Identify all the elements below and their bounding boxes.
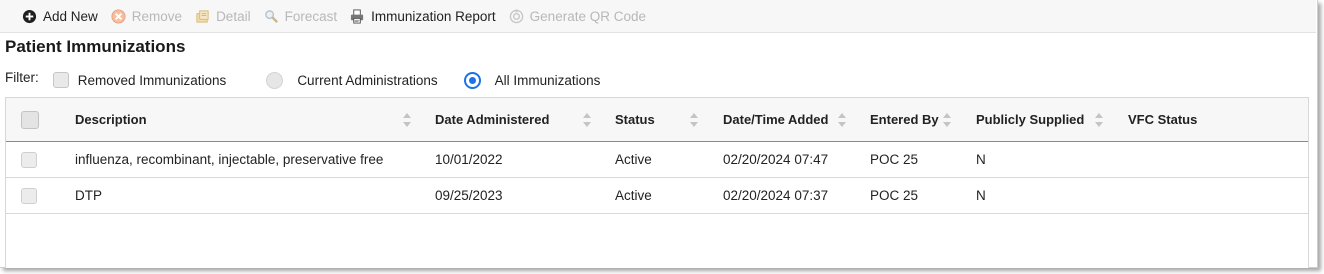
add-new-button[interactable]: Add New: [22, 9, 98, 24]
generate-qr-code-button[interactable]: Generate QR Code: [509, 9, 646, 24]
removed-immunizations-option[interactable]: Removed Immunizations: [52, 72, 227, 88]
remove-button[interactable]: Remove: [111, 9, 182, 24]
column-header-publicly-supplied[interactable]: Publicly Supplied: [976, 98, 1084, 141]
all-immunizations-label: All Immunizations: [494, 72, 601, 88]
detail-icon: [195, 9, 210, 24]
cell-date-administered: 10/01/2022: [435, 152, 503, 167]
immunizations-grid: Description Date Administered Status Dat…: [5, 97, 1309, 268]
column-label-publicly-supplied: Publicly Supplied: [976, 112, 1085, 127]
cell-entered-by: POC 25: [870, 152, 919, 167]
filter-row: Filter: Removed Immunizations Current Ad…: [5, 68, 634, 92]
sort-arrows-icon[interactable]: [837, 112, 847, 128]
cell-date-time-added: 02/20/2024 07:37: [723, 188, 829, 203]
column-header-entered-by[interactable]: Entered By: [870, 98, 939, 141]
column-label-vfc-status: VFC Status: [1128, 112, 1198, 127]
immunization-report-label: Immunization Report: [371, 8, 496, 24]
removed-immunizations-checkbox[interactable]: [52, 72, 69, 88]
printer-icon: [350, 8, 365, 24]
column-header-vfc-status[interactable]: VFC Status: [1128, 98, 1197, 141]
row-select-cell: [21, 178, 37, 213]
forecast-label: Forecast: [284, 8, 338, 24]
page-title: Patient Immunizations: [5, 37, 186, 56]
current-administrations-label: Current Administrations: [297, 72, 438, 88]
toolbar: Add New Remove Detail Forecast Immunizat…: [0, 0, 1316, 33]
cell-status: Active: [615, 152, 652, 167]
sort-arrows-icon[interactable]: [402, 112, 412, 128]
table-row[interactable]: influenza, recombinant, injectable, pres…: [6, 142, 1308, 178]
row-checkbox[interactable]: [21, 187, 37, 204]
table-row[interactable]: DTP 09/25/2023 Active 02/20/2024 07:37 P…: [6, 178, 1308, 214]
column-header-date-administered[interactable]: Date Administered: [435, 98, 549, 141]
sort-arrows-icon[interactable]: [689, 112, 699, 128]
row-select-cell: [21, 142, 37, 177]
grid-header: Description Date Administered Status Dat…: [6, 98, 1308, 142]
all-immunizations-radio[interactable]: [463, 71, 481, 89]
magnifier-icon: [264, 9, 279, 24]
column-label-entered-by: Entered By: [870, 112, 939, 127]
cell-status: Active: [615, 188, 652, 203]
cell-date-administered: 09/25/2023: [435, 188, 503, 203]
column-label-description: Description: [75, 112, 147, 127]
detail-label: Detail: [216, 8, 251, 24]
remove-label: Remove: [131, 8, 183, 24]
forecast-button[interactable]: Forecast: [264, 8, 338, 24]
cell-publicly-supplied: N: [976, 188, 986, 203]
cell-description: influenza, recombinant, injectable, pres…: [75, 152, 384, 167]
immunizations-panel: Add New Remove Detail Forecast Immunizat…: [0, 0, 1318, 268]
select-all-checkbox[interactable]: [21, 110, 39, 129]
column-label-date-administered: Date Administered: [435, 112, 550, 127]
column-header-status[interactable]: Status: [615, 98, 655, 141]
current-administrations-radio[interactable]: [266, 71, 284, 89]
column-label-date-time-added: Date/Time Added: [723, 112, 829, 127]
cell-entered-by: POC 25: [870, 188, 919, 203]
sort-arrows-icon[interactable]: [1094, 112, 1104, 128]
immunization-report-button[interactable]: Immunization Report: [350, 9, 496, 24]
plus-circle-icon: [22, 9, 37, 24]
sort-arrows-icon[interactable]: [942, 112, 952, 128]
row-checkbox[interactable]: [21, 151, 37, 168]
column-label-status: Status: [615, 112, 655, 127]
current-administrations-option[interactable]: Current Administrations: [266, 71, 438, 89]
filter-label: Filter:: [5, 69, 39, 85]
column-header-date-time-added[interactable]: Date/Time Added: [723, 98, 828, 141]
detail-button[interactable]: Detail: [195, 9, 251, 24]
column-header-description[interactable]: Description: [75, 98, 147, 141]
select-all-cell: [21, 98, 39, 141]
remove-icon: [111, 8, 126, 24]
cell-description: DTP: [75, 188, 102, 203]
cell-date-time-added: 02/20/2024 07:47: [723, 152, 829, 167]
qr-code-icon: [509, 8, 524, 24]
cell-publicly-supplied: N: [976, 152, 986, 167]
removed-immunizations-label: Removed Immunizations: [77, 72, 227, 88]
all-immunizations-option[interactable]: All Immunizations: [463, 71, 601, 89]
sort-arrows-icon[interactable]: [582, 112, 592, 128]
generate-qr-code-label: Generate QR Code: [529, 8, 646, 24]
add-new-label: Add New: [43, 8, 98, 24]
